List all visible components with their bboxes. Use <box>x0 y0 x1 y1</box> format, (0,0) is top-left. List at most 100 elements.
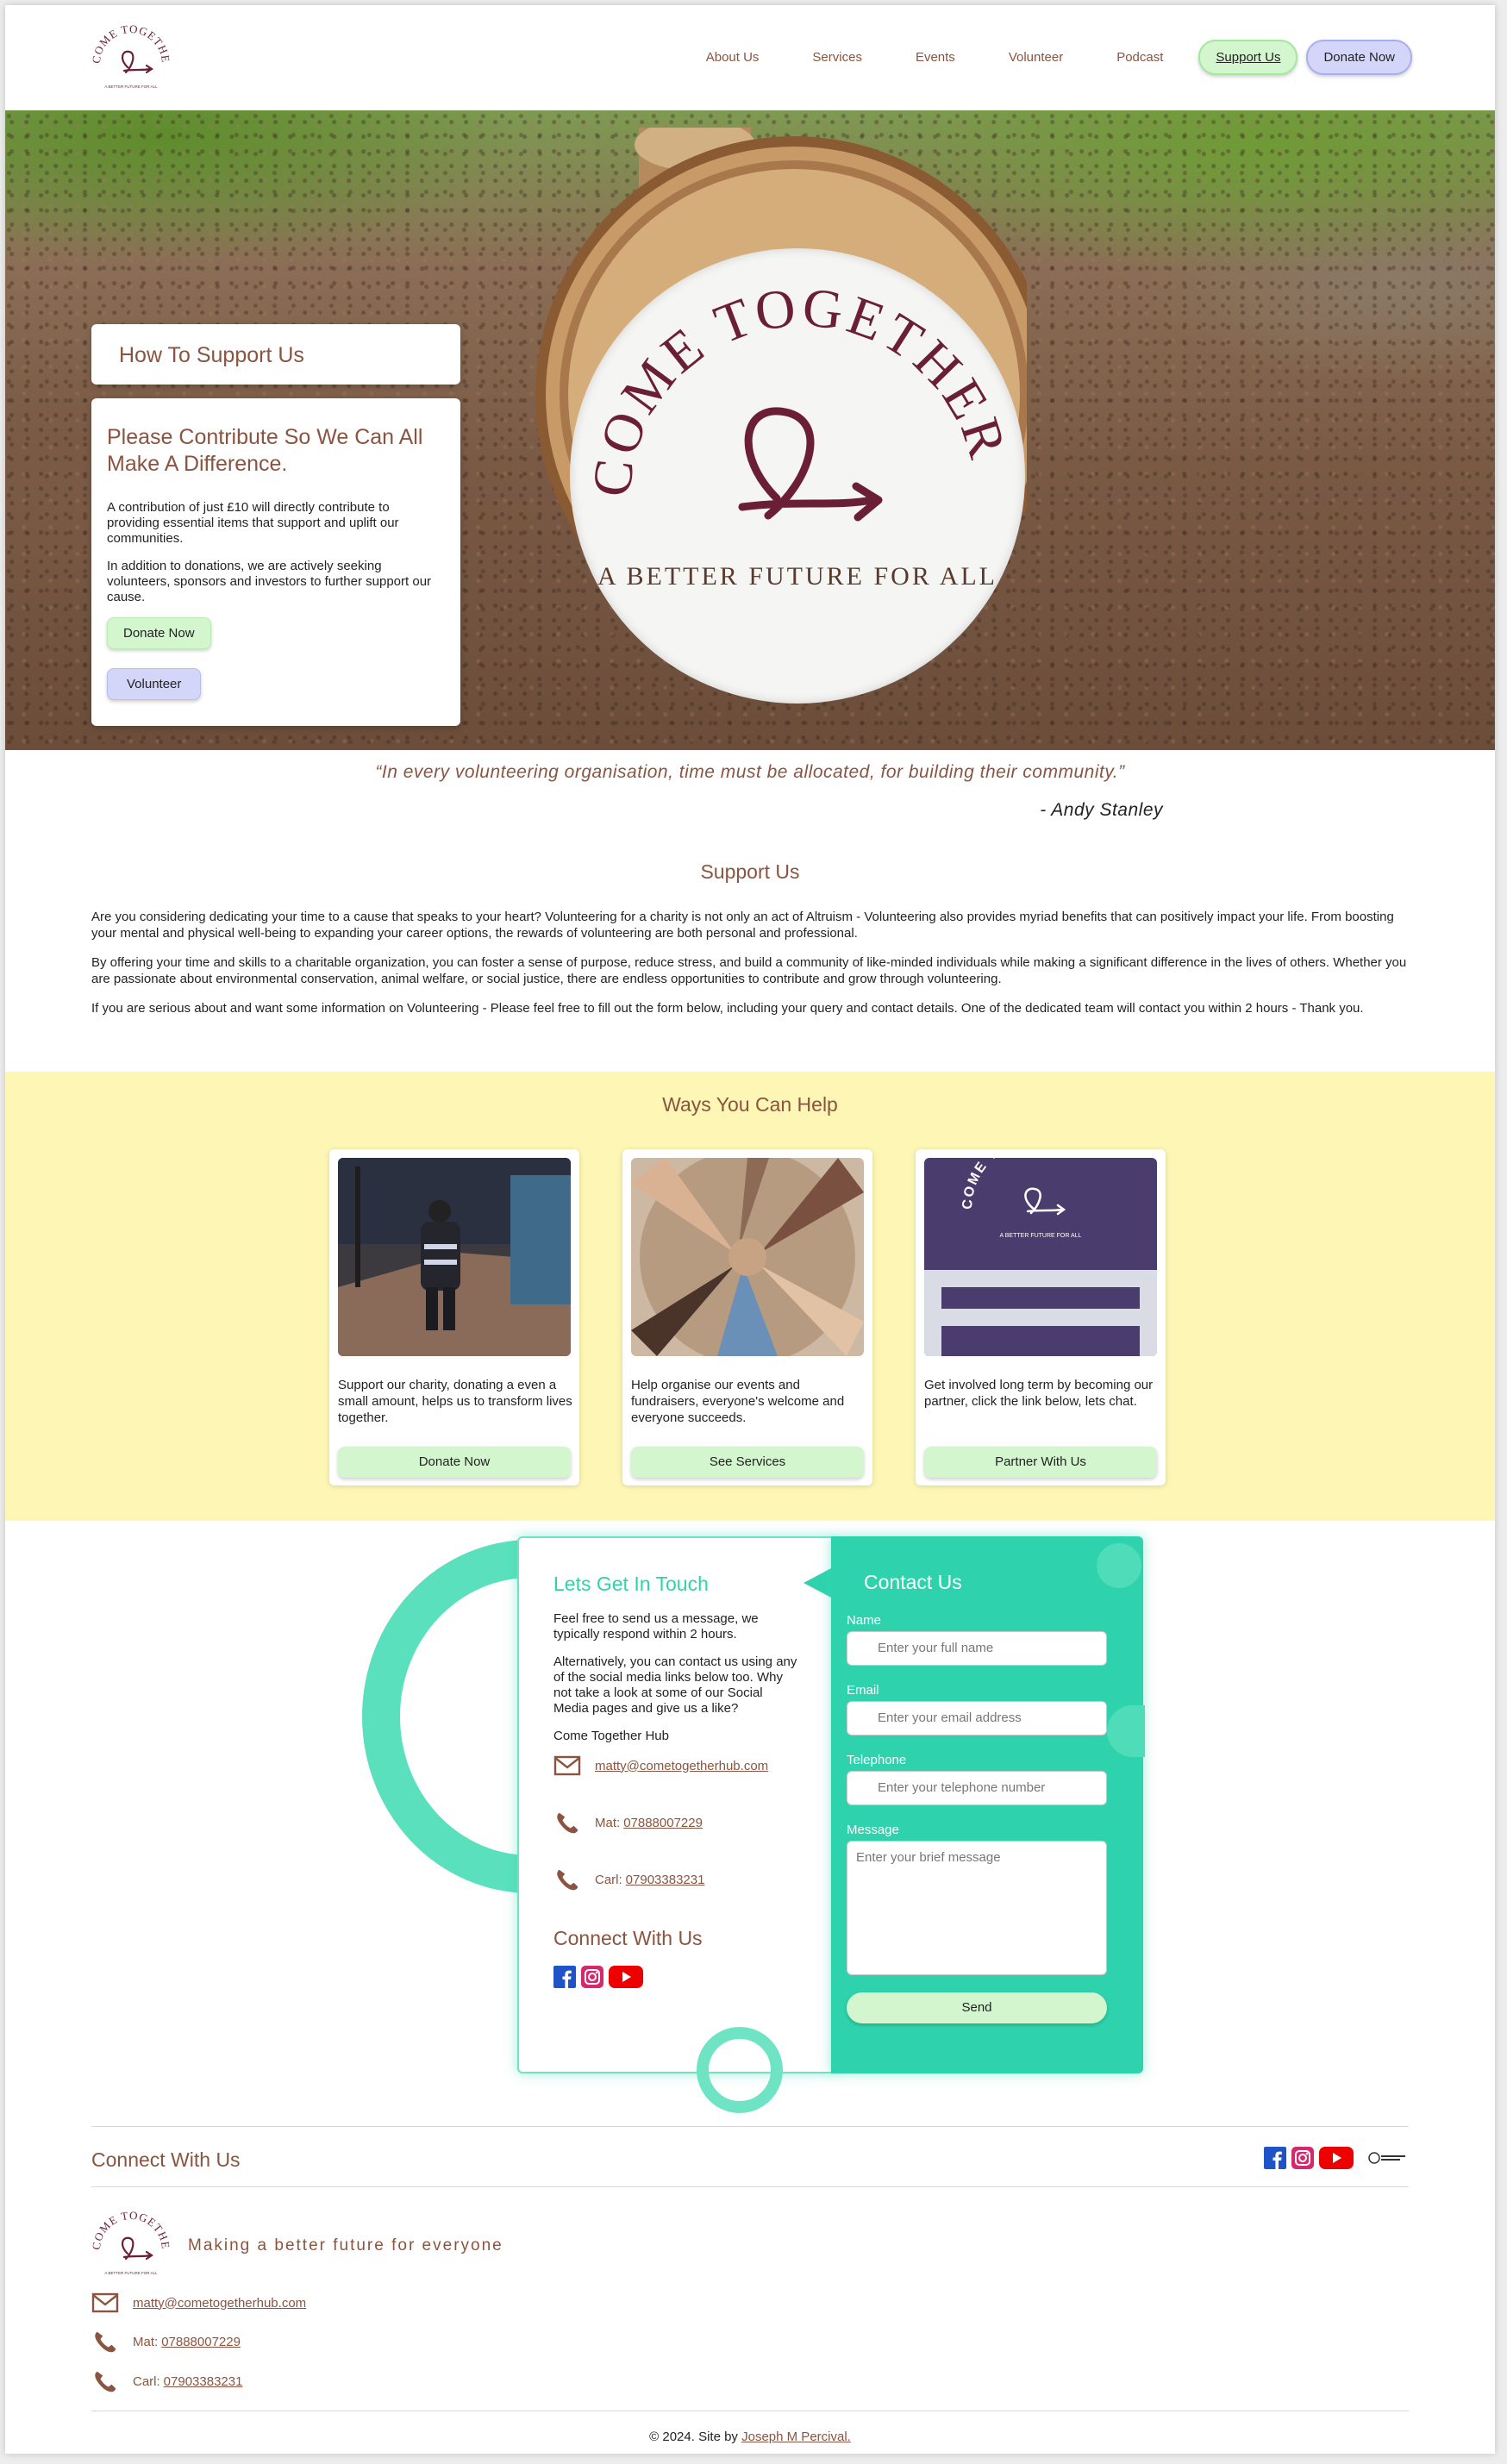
phone-icon <box>95 2371 116 2392</box>
nav-podcast[interactable]: Podcast <box>1116 50 1163 65</box>
email-input[interactable]: Enter your email address <box>847 1701 1107 1735</box>
support-paragraph: By offering your time and skills to a ch… <box>91 955 1407 986</box>
contact-social-links <box>553 1966 798 1988</box>
contact-carl-label: Carl: <box>595 1872 622 1887</box>
copyright: © 2024. Site by Joseph M Percival. <box>5 2430 1495 2444</box>
footer-mat-phone-link[interactable]: 07888007229 <box>161 2335 241 2349</box>
decorative-small-ring <box>697 2027 783 2113</box>
hero-donate-now-button[interactable]: Donate Now <box>107 617 211 649</box>
envelope-icon <box>91 2292 119 2313</box>
contact-email-link[interactable]: matty@cometogetherhub.com <box>595 1759 768 1773</box>
get-in-touch-text: Alternatively, you can contact us using … <box>553 1654 797 1716</box>
footer-carl-label: Carl: <box>133 2373 160 2389</box>
footer-mat-row: Mat: 07888007229 <box>91 2330 241 2354</box>
page: COME TOGETHER A BETTER FUTURE FOR ALL Ab… <box>5 5 1495 2454</box>
name-label: Name <box>847 1613 882 1628</box>
help-card-text: Support our charity, donating a even a s… <box>338 1378 572 1425</box>
branded-vest-photo: COME TOGETHER A BETTER FUTURE FOR ALL <box>924 1158 1157 1356</box>
card-see-services-button[interactable]: See Services <box>631 1447 864 1478</box>
quote-text: “In every volunteering organisation, tim… <box>375 762 1125 782</box>
volunteer-street-photo <box>338 1158 571 1356</box>
hero-banner: COME TOGETHER HUB A BETTER FUTURE FOR AL… <box>5 110 1495 750</box>
get-in-touch-title: Lets Get In Touch <box>553 1573 709 1595</box>
svg-text:A BETTER FUTURE FOR ALL: A BETTER FUTURE FOR ALL <box>104 2271 158 2275</box>
main-nav: About Us Services Events Volunteer Podca… <box>679 40 1412 75</box>
community-badge-icon[interactable] <box>1366 2147 1409 2169</box>
telephone-label: Telephone <box>847 1753 907 1767</box>
facebook-icon[interactable] <box>553 1966 576 1988</box>
footer-email-row: matty@cometogetherhub.com <box>91 2292 306 2314</box>
ways-title: Ways You Can Help <box>662 1093 838 1116</box>
nav-events[interactable]: Events <box>916 50 955 65</box>
email-label: Email <box>847 1683 879 1698</box>
contact-form-panel: Contact Us Name Enter your full name Ema… <box>831 1536 1145 2073</box>
contact-mat-phone-link[interactable]: 07888007229 <box>623 1816 703 1830</box>
help-card-text: Get involved long term by becoming our p… <box>924 1378 1154 1409</box>
hero-volunteer-button[interactable]: Volunteer <box>107 668 202 700</box>
footer-divider <box>91 2126 1409 2127</box>
nav-services[interactable]: Services <box>812 50 862 65</box>
help-card-text: Help organise our events and fundraisers… <box>631 1378 845 1425</box>
connect-with-us-title: Connect With Us <box>553 1927 703 1949</box>
message-textarea[interactable]: Enter your brief message <box>847 1841 1107 1975</box>
nav-support-us-button[interactable]: Support Us <box>1198 40 1298 75</box>
contact-mat-label: Mat: <box>595 1815 621 1830</box>
svg-text:A BETTER FUTURE FOR ALL: A BETTER FUTURE FOR ALL <box>1000 1233 1082 1239</box>
support-us-text: Are you considering dedicating your time… <box>91 909 1414 1029</box>
site-logo[interactable]: COME TOGETHER A BETTER FUTURE FOR ALL <box>88 24 174 91</box>
hands-together-photo <box>631 1158 864 1356</box>
come-together-hub-sign: COME TOGETHER HUB A BETTER FUTURE FOR AL… <box>570 248 1025 704</box>
support-paragraph: Are you considering dedicating your time… <box>91 910 1394 941</box>
support-us-title: Support Us <box>700 860 800 883</box>
nav-volunteer[interactable]: Volunteer <box>1009 50 1063 65</box>
svg-text:COME TOGETHER: COME TOGETHER <box>88 2211 172 2250</box>
card-partner-with-us-button[interactable]: Partner With Us <box>924 1447 1157 1478</box>
name-input[interactable]: Enter your full name <box>847 1631 1107 1666</box>
quote-author: - Andy Stanley <box>1040 800 1163 820</box>
contribute-text-1: A contribution of just £10 will directly… <box>107 500 399 546</box>
author-link[interactable]: Joseph M Percival. <box>741 2430 851 2444</box>
contact-mat-row: Mat: 07888007229 <box>553 1810 798 1835</box>
footer-email-link[interactable]: matty@cometogetherhub.com <box>133 2296 306 2311</box>
youtube-icon[interactable] <box>609 1966 643 1988</box>
telephone-input[interactable]: Enter your telephone number <box>847 1771 1107 1805</box>
footer-divider <box>91 2186 1409 2187</box>
footer-mat-label: Mat: <box>133 2334 159 2349</box>
footer-connect-title: Connect With Us <box>91 2148 241 2171</box>
nav-donate-now-button[interactable]: Donate Now <box>1306 40 1412 75</box>
svg-text:A BETTER FUTURE FOR ALL: A BETTER FUTURE FOR ALL <box>597 562 997 591</box>
footer-logo[interactable]: COME TOGETHER A BETTER FUTURE FOR ALL <box>88 2211 174 2278</box>
get-in-touch-panel: Lets Get In Touch Feel free to send us a… <box>517 1536 835 2073</box>
contribute-card: Please Contribute So We Can All Make A D… <box>91 398 460 726</box>
contact-carl-phone-link[interactable]: 07903383231 <box>626 1873 705 1887</box>
facebook-icon[interactable] <box>1264 2147 1286 2169</box>
message-label: Message <box>847 1823 899 1837</box>
phone-icon <box>557 1812 578 1834</box>
contact-panel-pointer <box>804 1567 833 1598</box>
instagram-icon[interactable] <box>1291 2147 1314 2169</box>
help-card-donate: Support our charity, donating a even a s… <box>329 1149 579 1485</box>
footer-carl-row: Carl: 07903383231 <box>91 2369 242 2393</box>
footer-social-links <box>1264 2147 1409 2169</box>
phone-icon <box>557 1869 578 1891</box>
contribute-text-2: In addition to donations, we are activel… <box>107 559 432 604</box>
how-to-support-title: How To Support Us <box>119 343 304 367</box>
contribute-heading: Please Contribute So We Can All Make A D… <box>107 425 423 476</box>
ways-you-can-help-section: Ways You Can Help Support our charity, d… <box>5 1072 1495 1521</box>
help-card-services: Help organise our events and fundraisers… <box>622 1149 872 1485</box>
copyright-text: © 2024. Site by <box>649 2430 738 2444</box>
svg-text:A BETTER FUTURE FOR ALL: A BETTER FUTURE FOR ALL <box>104 84 158 89</box>
contact-carl-row: Carl: 07903383231 <box>553 1867 798 1892</box>
nav-about-us[interactable]: About Us <box>706 50 760 65</box>
support-paragraph: If you are serious about and want some i… <box>91 1001 1364 1016</box>
youtube-icon[interactable] <box>1319 2147 1354 2169</box>
card-donate-now-button[interactable]: Donate Now <box>338 1447 571 1478</box>
envelope-icon <box>553 1755 581 1776</box>
org-name: Come Together Hub <box>553 1729 669 1743</box>
send-button[interactable]: Send <box>847 1992 1107 2023</box>
footer-carl-phone-link[interactable]: 07903383231 <box>164 2374 243 2389</box>
svg-text:COME TOGETHER: COME TOGETHER <box>88 24 172 64</box>
decorative-bubble <box>1097 1543 1141 1588</box>
contact-email-row: matty@cometogetherhub.com <box>553 1753 798 1779</box>
instagram-icon[interactable] <box>581 1966 603 1988</box>
